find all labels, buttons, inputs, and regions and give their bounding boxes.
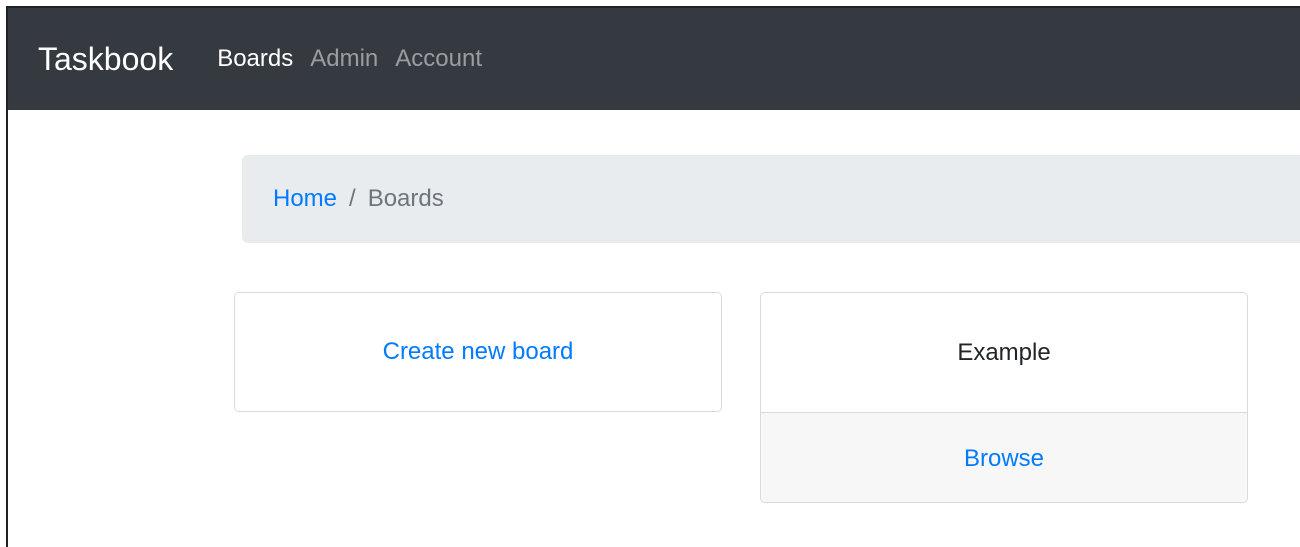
nav-link-admin[interactable]: Admin [310, 45, 378, 73]
browse-board-link[interactable]: Browse [964, 445, 1044, 473]
app-frame: Taskbook Boards Admin Account Home / Boa… [6, 6, 1300, 547]
board-title: Example [957, 338, 1051, 366]
nav-link-boards[interactable]: Boards [217, 45, 293, 73]
board-card-body: Example [761, 293, 1247, 412]
breadcrumb: Home / Boards [242, 155, 1300, 243]
navbar-brand[interactable]: Taskbook [38, 41, 173, 78]
create-board-card: Create new board [234, 292, 722, 412]
breadcrumb-current: Boards [367, 185, 444, 212]
breadcrumb-home-link[interactable]: Home [273, 185, 337, 213]
board-card-footer: Browse [761, 412, 1247, 502]
board-card-example: Example Browse [760, 292, 1248, 503]
breadcrumb-separator: / [349, 185, 356, 212]
nav-link-account[interactable]: Account [395, 45, 482, 73]
create-new-board-link[interactable]: Create new board [383, 338, 574, 366]
top-navbar: Taskbook Boards Admin Account [8, 8, 1300, 110]
